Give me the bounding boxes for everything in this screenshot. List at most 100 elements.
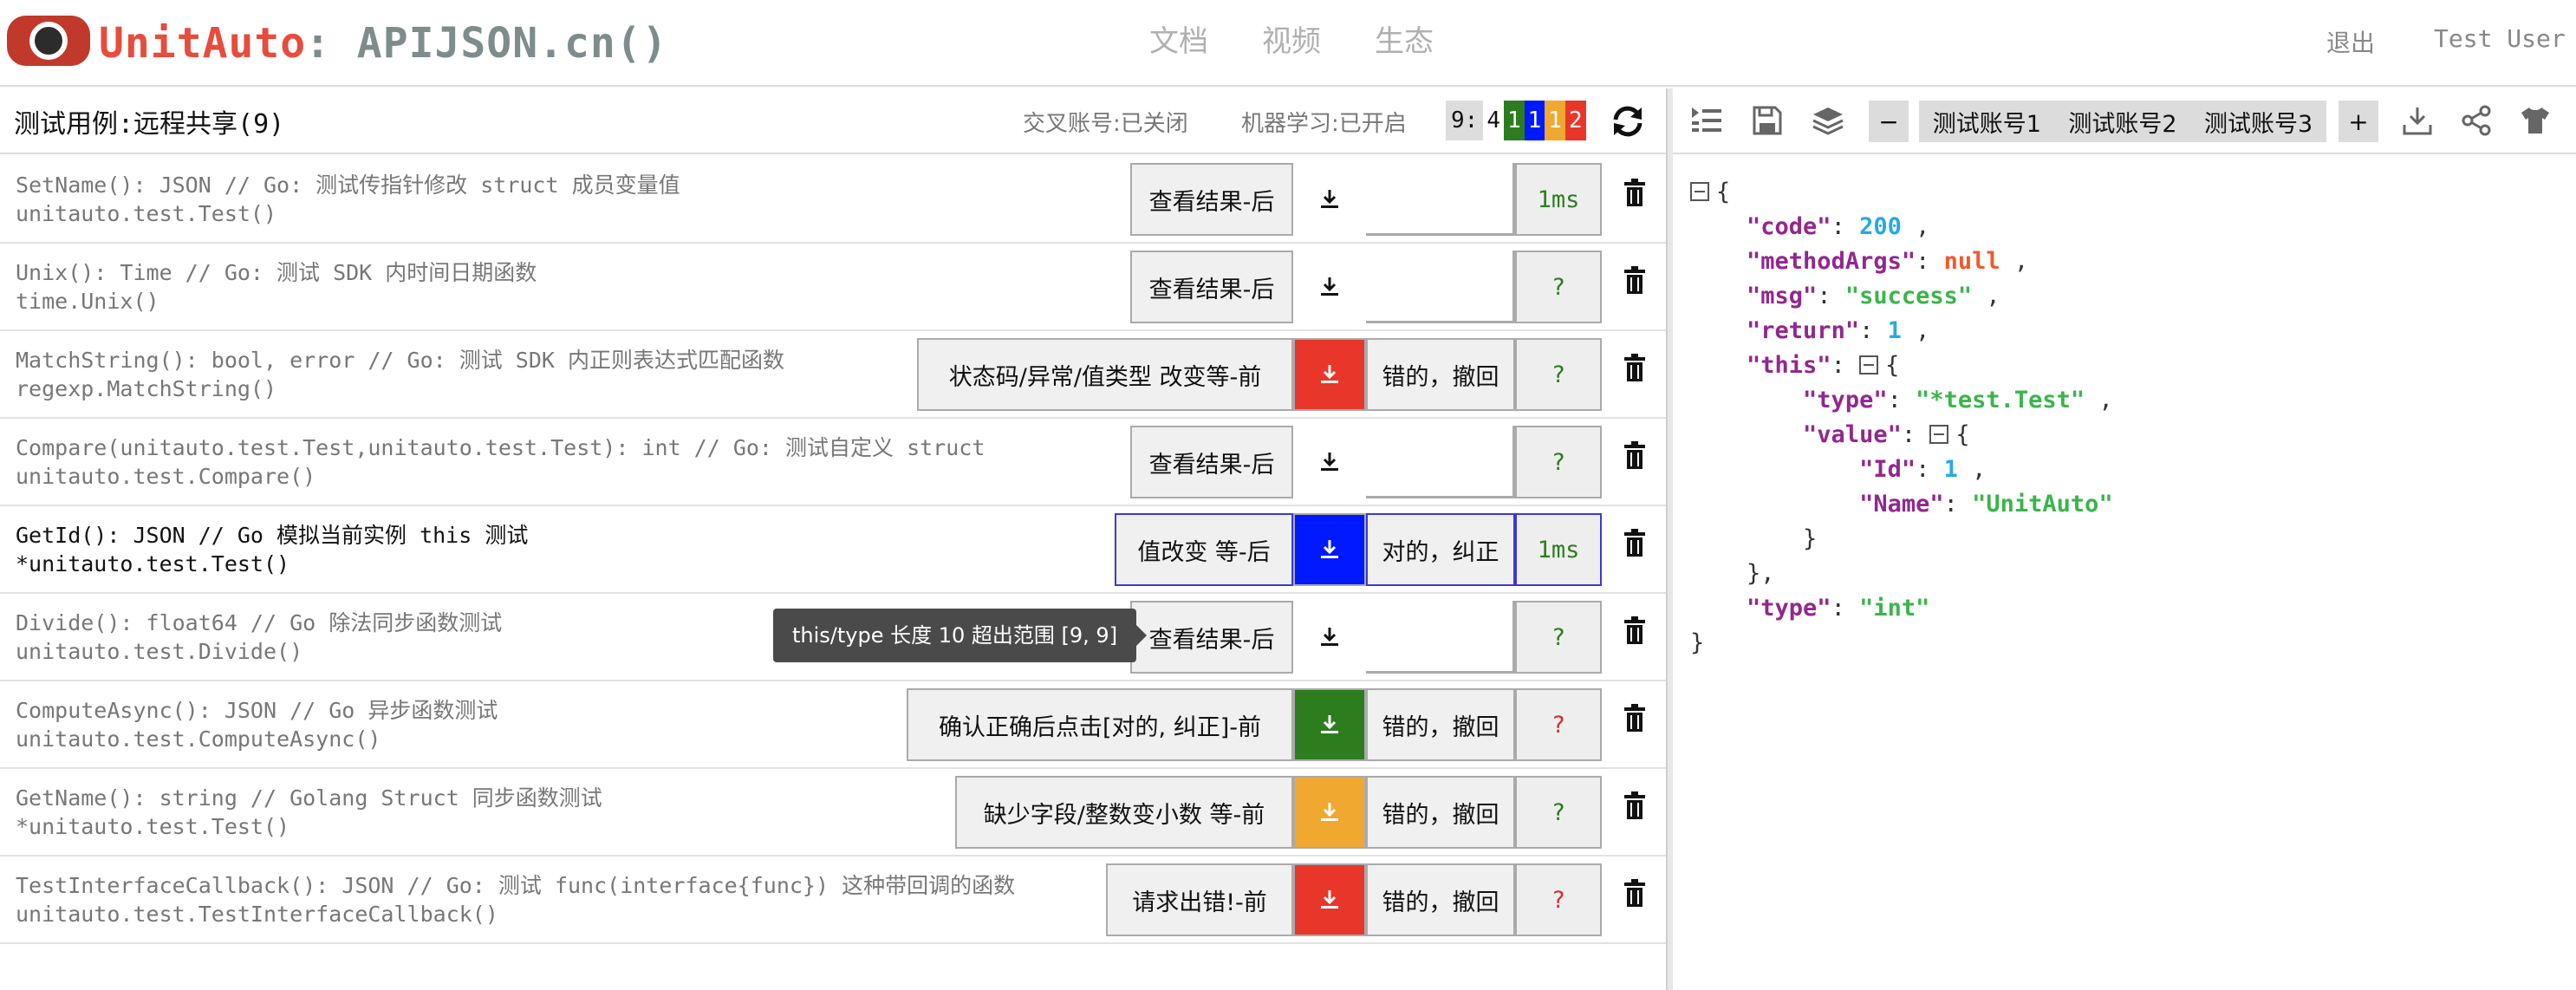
json-value: "UnitAuto": [1972, 491, 2113, 518]
add-account-button[interactable]: +: [2339, 101, 2378, 142]
nav-ecosystem[interactable]: 生态: [1375, 17, 1434, 60]
correct-button[interactable]: 对的，纠正: [1366, 513, 1515, 586]
stat-orange[interactable]: 1: [1545, 101, 1565, 140]
view-result-button[interactable]: 查看结果-后: [1130, 251, 1293, 323]
duration-badge[interactable]: 1ms: [1515, 513, 1602, 586]
row-description: Compare(unitauto.test.Test,unitauto.test…: [16, 435, 986, 460]
json-key: "methodArgs": [1747, 248, 1916, 275]
layers-icon[interactable]: [1812, 104, 1844, 137]
json-key: "msg": [1747, 283, 1818, 309]
download-icon[interactable]: [1293, 601, 1366, 674]
duration-badge[interactable]: ?: [1515, 251, 1602, 323]
row-method: unitauto.test.Divide(): [16, 639, 303, 664]
duration-badge[interactable]: ?: [1515, 863, 1602, 936]
validation-tooltip: this/type 长度 10 超出范围 [9, 9]: [773, 609, 1148, 662]
revert-button[interactable]: 错的，撤回: [1366, 688, 1515, 761]
account-tab-2[interactable]: 测试账号2: [2068, 105, 2176, 139]
delete-icon[interactable]: [1623, 354, 1647, 383]
remove-account-button[interactable]: −: [1869, 101, 1909, 142]
json-key: "code": [1747, 213, 1831, 240]
cross-account-toggle[interactable]: 交叉账号:已关闭: [1023, 106, 1188, 138]
revert-button[interactable]: 错的，撤回: [1366, 776, 1515, 849]
test-case-row-selected[interactable]: GetId(): JSON // Go 模拟当前实例 this 测试 *unit…: [0, 506, 1666, 594]
test-case-row[interactable]: TestInterfaceCallback(): JSON // Go: 测试 …: [0, 856, 1666, 944]
delete-icon[interactable]: [1623, 266, 1647, 296]
stat-total[interactable]: 9:: [1446, 101, 1484, 140]
json-value: 200: [1859, 213, 1902, 240]
download-icon[interactable]: [1293, 163, 1366, 236]
test-case-row[interactable]: Unix(): Time // Go: 测试 SDK 内时间日期函数 time.…: [0, 244, 1666, 331]
response-panel: − 测试账号1 测试账号2 测试账号3 + { "code": 200 , "m…: [1673, 88, 2576, 990]
test-case-row[interactable]: MatchString(): bool, error // Go: 测试 SDK…: [0, 331, 1666, 419]
machine-learning-toggle[interactable]: 机器学习:已开启: [1241, 106, 1407, 138]
account-tab-3[interactable]: 测试账号3: [2204, 105, 2313, 139]
logo-icon[interactable]: [7, 16, 90, 66]
collapse-icon[interactable]: [1859, 355, 1879, 375]
delete-icon[interactable]: [1623, 704, 1647, 733]
json-response-viewer[interactable]: { "code": 200 , "methodArgs": null , "ms…: [1690, 175, 2113, 661]
brand-name[interactable]: UnitAuto: [99, 19, 306, 68]
json-key: "Id": [1859, 456, 1916, 483]
duration-badge[interactable]: ?: [1515, 426, 1602, 498]
account-tab-1[interactable]: 测试账号1: [1933, 105, 2041, 139]
nav-docs[interactable]: 文档: [1149, 17, 1208, 60]
download-icon[interactable]: [1293, 513, 1366, 586]
delete-icon[interactable]: [1623, 529, 1647, 558]
compare-result-button[interactable]: 缺少字段/整数变小数 等-前: [955, 776, 1293, 849]
download-icon[interactable]: [1293, 863, 1366, 936]
stat-green[interactable]: 1: [1503, 101, 1525, 140]
download-icon[interactable]: [1293, 251, 1366, 323]
test-case-row[interactable]: Compare(unitauto.test.Test,unitauto.test…: [0, 419, 1666, 506]
view-result-button[interactable]: 查看结果-后: [1130, 601, 1293, 674]
delete-icon[interactable]: [1623, 616, 1647, 646]
delete-icon[interactable]: [1623, 879, 1647, 909]
download-icon[interactable]: [1293, 688, 1366, 761]
user-name[interactable]: Test User: [2434, 24, 2566, 53]
stat-red[interactable]: 2: [1564, 101, 1586, 140]
duration-badge[interactable]: 1ms: [1515, 163, 1602, 236]
download-icon[interactable]: [2401, 104, 2434, 137]
test-case-row[interactable]: SetName(): JSON // Go: 测试传指针修改 struct 成员…: [0, 156, 1666, 244]
top-header: UnitAuto : APIJSON.cn() 文档 视频 生态 退出 Test…: [0, 0, 2576, 87]
json-key: "value": [1803, 421, 1902, 448]
duration-badge[interactable]: ?: [1515, 776, 1602, 849]
test-case-row[interactable]: ComputeAsync(): JSON // Go 异步函数测试 unitau…: [0, 681, 1666, 769]
test-case-row[interactable]: GetName(): string // Golang Struct 同步函数测…: [0, 769, 1666, 856]
stat-blue[interactable]: 1: [1524, 101, 1545, 140]
download-icon[interactable]: [1293, 776, 1366, 849]
delete-icon[interactable]: [1623, 791, 1647, 821]
share-icon[interactable]: [2460, 104, 2493, 137]
revert-button[interactable]: 错的，撤回: [1366, 338, 1515, 411]
row-description: ComputeAsync(): JSON // Go 异步函数测试: [16, 698, 498, 723]
duration-badge[interactable]: ?: [1515, 688, 1602, 761]
download-icon[interactable]: [1293, 338, 1366, 411]
revert-button[interactable]: 错的，撤回: [1366, 863, 1515, 936]
row-description: MatchString(): bool, error // Go: 测试 SDK…: [16, 348, 785, 373]
test-case-header: 测试用例:远程共享(9) 交叉账号:已关闭 机器学习:已开启 9: 4 1 1 …: [0, 88, 1666, 154]
download-icon[interactable]: [1293, 426, 1366, 498]
logout-link[interactable]: 退出: [2326, 24, 2375, 59]
format-list-icon[interactable]: [1690, 104, 1723, 137]
row-method: time.Unix(): [16, 289, 159, 314]
duration-badge[interactable]: ?: [1515, 601, 1602, 674]
compare-result-button[interactable]: 确认正确后点击[对的, 纠正]-前: [907, 688, 1293, 761]
compare-result-button[interactable]: 状态码/异常/值类型 改变等-前: [917, 338, 1293, 411]
compare-result-button[interactable]: 请求出错!-前: [1106, 863, 1293, 936]
collapse-icon[interactable]: [1929, 424, 1949, 444]
panel-resizer[interactable]: [1666, 88, 1673, 990]
tshirt-icon[interactable]: [2519, 104, 2552, 137]
nav-videos[interactable]: 视频: [1262, 17, 1321, 60]
brand-subtitle[interactable]: : APIJSON.cn(): [305, 19, 668, 68]
delete-icon[interactable]: [1623, 441, 1647, 471]
stat-white[interactable]: 4: [1483, 101, 1504, 140]
refresh-icon[interactable]: [1609, 102, 1647, 140]
view-result-button[interactable]: 查看结果-后: [1130, 163, 1293, 236]
view-result-button[interactable]: 查看结果-后: [1130, 426, 1293, 498]
delete-icon[interactable]: [1623, 179, 1647, 208]
duration-badge[interactable]: ?: [1515, 338, 1602, 411]
collapse-icon[interactable]: [1690, 181, 1709, 201]
save-icon[interactable]: [1751, 104, 1784, 137]
compare-result-button[interactable]: 值改变 等-后: [1115, 513, 1293, 586]
json-key: "this": [1747, 352, 1831, 379]
row-method: *unitauto.test.Test(): [16, 814, 290, 839]
